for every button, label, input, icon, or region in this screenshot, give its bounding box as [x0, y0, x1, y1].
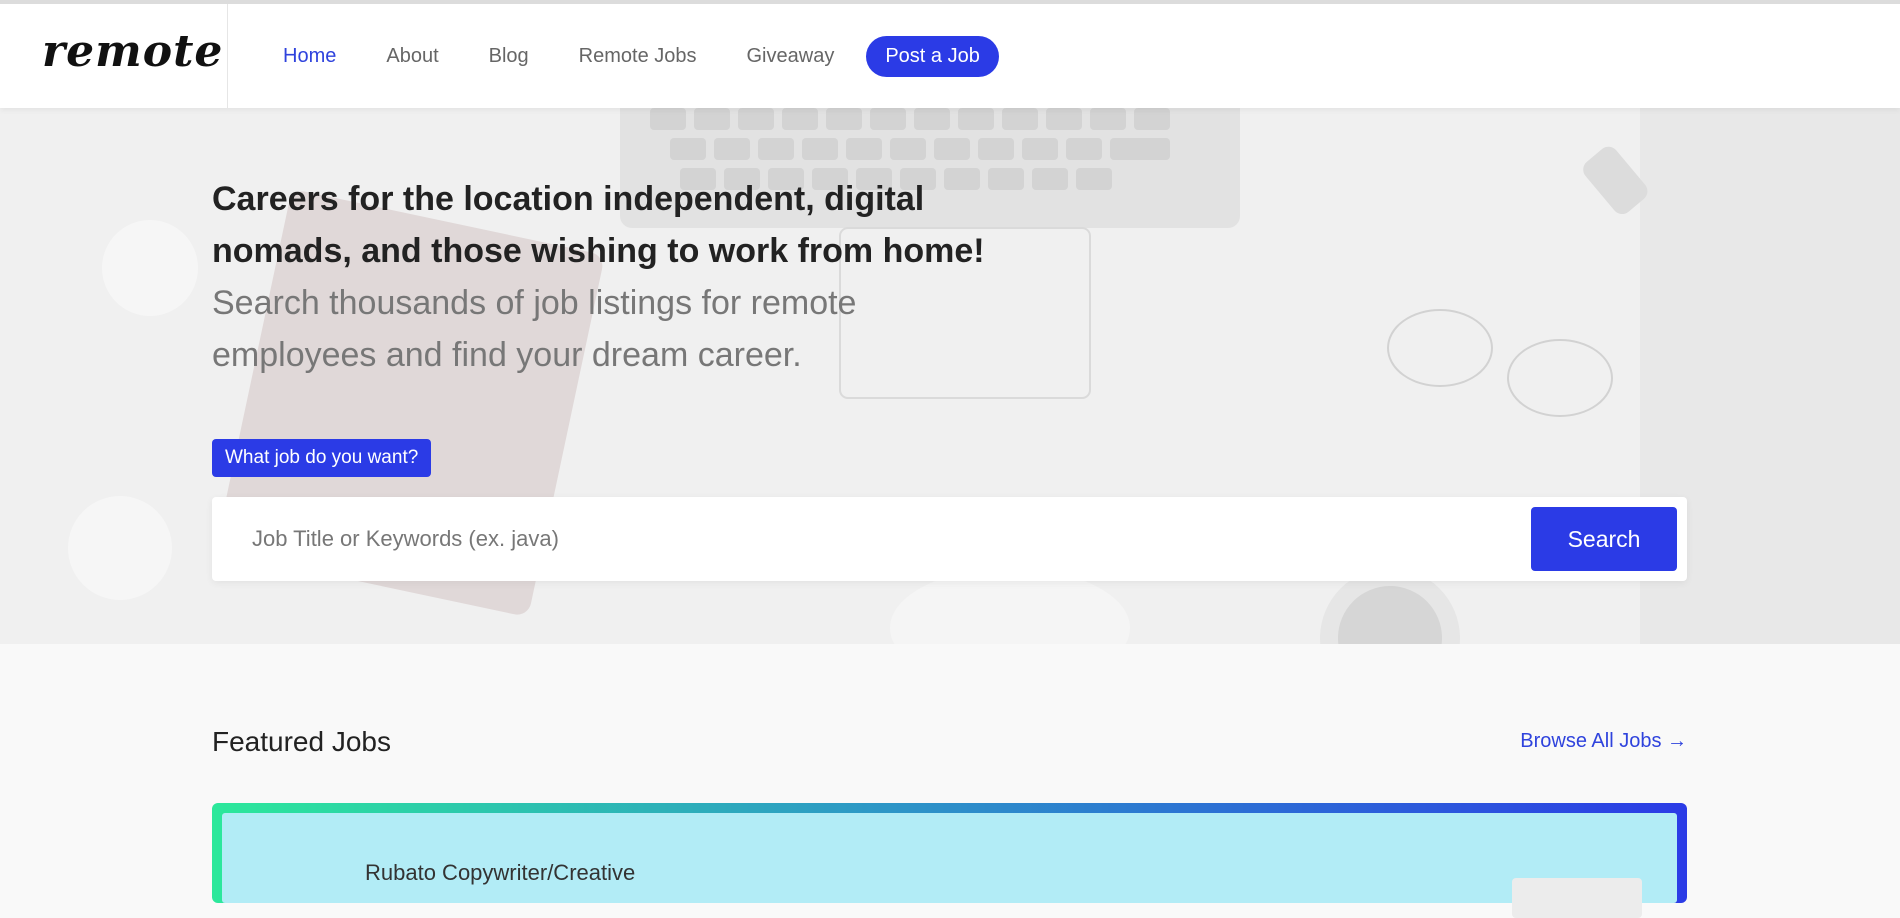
logo[interactable]: remote	[42, 26, 223, 77]
hero-section: Careers for the location independent, di…	[0, 108, 1900, 644]
nav-giveaway[interactable]: Giveaway	[747, 45, 835, 68]
featured-job-card[interactable]: Rubato Copywriter/Creative	[212, 803, 1687, 918]
job-card-body: Rubato Copywriter/Creative	[222, 813, 1677, 918]
job-question-label: What job do you want?	[212, 439, 432, 477]
hero-title: Careers for the location independent, di…	[212, 180, 985, 270]
post-job-button[interactable]: Post a Job	[866, 35, 999, 77]
browse-all-jobs-link[interactable]: Browse All Jobs →	[1520, 730, 1687, 753]
search-bar: Search	[212, 497, 1687, 581]
search-button[interactable]: Search	[1531, 507, 1677, 571]
site-header: remote Home About Blog Remote Jobs Givea…	[0, 0, 1900, 108]
nav-about[interactable]: About	[386, 45, 438, 68]
job-search-input[interactable]	[232, 507, 1512, 571]
main-nav: Home About Blog Remote Jobs Giveaway Pos…	[283, 4, 999, 108]
job-title[interactable]: Rubato Copywriter/Creative	[365, 860, 635, 886]
logo-area: remote	[0, 4, 228, 108]
nav-remote-jobs[interactable]: Remote Jobs	[579, 45, 697, 68]
nav-blog[interactable]: Blog	[489, 45, 529, 68]
nav-home[interactable]: Home	[283, 45, 336, 68]
featured-jobs-heading: Featured Jobs	[212, 726, 391, 757]
hero-subtitle: Search thousands of job listings for rem…	[212, 284, 857, 374]
job-card-action-button[interactable]	[1512, 878, 1642, 918]
